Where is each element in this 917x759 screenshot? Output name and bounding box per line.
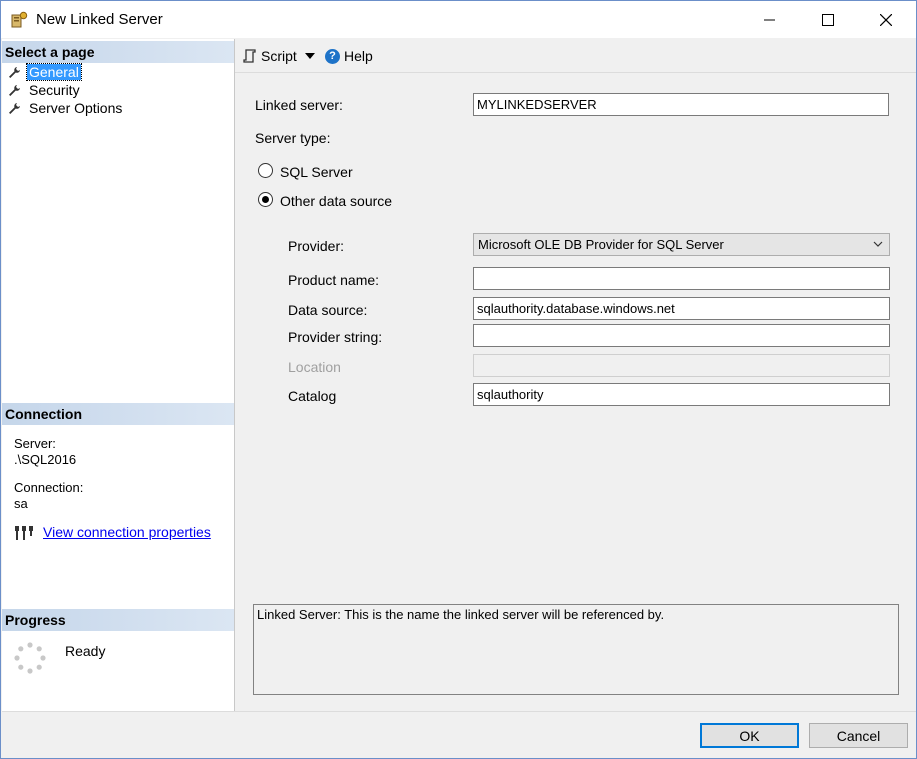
linked-server-input[interactable] xyxy=(473,93,889,116)
data-source-input[interactable] xyxy=(473,297,890,320)
select-page-header: Select a page xyxy=(2,41,234,63)
page-item-label: General xyxy=(26,63,82,81)
minimize-button[interactable] xyxy=(747,1,793,38)
title-bar: New Linked Server xyxy=(1,1,916,38)
connection-header: Connection xyxy=(2,403,234,425)
connection-value: sa xyxy=(14,496,28,511)
server-type-label: Server type: xyxy=(255,130,331,146)
provider-label: Provider: xyxy=(288,238,345,254)
ok-button[interactable]: OK xyxy=(700,723,799,748)
help-icon: ? xyxy=(325,48,340,64)
view-connection-properties-link[interactable]: View connection properties xyxy=(43,524,211,540)
provider-string-input[interactable] xyxy=(473,324,890,347)
button-bar: OK Cancel xyxy=(2,711,916,758)
cancel-button[interactable]: Cancel xyxy=(809,723,908,748)
script-label: Script xyxy=(261,48,297,64)
script-icon xyxy=(243,49,256,63)
linked-server-label: Linked server: xyxy=(255,97,343,113)
catalog-input[interactable] xyxy=(473,383,890,406)
chevron-down-icon xyxy=(873,241,883,247)
help-label: Help xyxy=(344,48,373,64)
data-source-label: Data source: xyxy=(288,302,368,318)
provider-selected-value: Microsoft OLE DB Provider for SQL Server xyxy=(478,237,724,252)
maximize-icon xyxy=(822,13,834,26)
window-title: New Linked Server xyxy=(36,11,163,28)
page-item-security[interactable]: Security xyxy=(8,81,82,99)
location-label: Location xyxy=(288,359,341,375)
wrench-icon xyxy=(9,84,20,96)
page-item-general[interactable]: General xyxy=(8,63,82,81)
script-button[interactable]: Script xyxy=(243,48,297,64)
other-data-source-radio-label[interactable]: Other data source xyxy=(280,193,392,209)
product-name-input[interactable] xyxy=(473,267,890,290)
help-button[interactable]: ? Help xyxy=(325,48,373,64)
catalog-label: Catalog xyxy=(288,388,337,404)
wrench-icon xyxy=(9,102,20,114)
dialog-window: New Linked Server Select a page General … xyxy=(0,0,917,759)
page-item-label: Security xyxy=(29,82,80,98)
page-item-label: Server Options xyxy=(29,100,123,116)
minimize-icon xyxy=(764,19,775,20)
connection-properties-icon xyxy=(15,526,33,540)
server-label: Server: xyxy=(14,436,56,451)
provider-select[interactable]: Microsoft OLE DB Provider for SQL Server xyxy=(473,233,890,256)
page-item-server-options[interactable]: Server Options xyxy=(8,99,124,117)
sql-server-radio-label[interactable]: SQL Server xyxy=(280,164,353,180)
product-name-label: Product name: xyxy=(288,272,380,288)
dropdown-arrow-icon xyxy=(305,53,315,59)
location-input xyxy=(473,354,890,377)
close-button[interactable] xyxy=(863,1,909,38)
progress-status: Ready xyxy=(65,643,106,659)
left-pane: Select a page General Security Server Op… xyxy=(2,39,235,711)
wrench-icon xyxy=(9,66,20,78)
progress-header: Progress xyxy=(2,609,234,631)
maximize-button[interactable] xyxy=(805,1,851,38)
provider-string-label: Provider string: xyxy=(288,329,383,345)
server-value: .\SQL2016 xyxy=(14,452,77,467)
close-icon xyxy=(880,13,892,26)
progress-spinner-icon xyxy=(14,642,46,674)
sql-server-radio[interactable] xyxy=(258,163,273,178)
toolbar: Script ? Help xyxy=(235,39,916,73)
description-box: Linked Server: This is the name the link… xyxy=(253,604,899,695)
linked-server-app-icon xyxy=(11,11,28,28)
other-data-source-radio[interactable] xyxy=(258,192,273,207)
script-dropdown-button[interactable] xyxy=(305,53,315,59)
connection-label: Connection: xyxy=(14,480,84,495)
